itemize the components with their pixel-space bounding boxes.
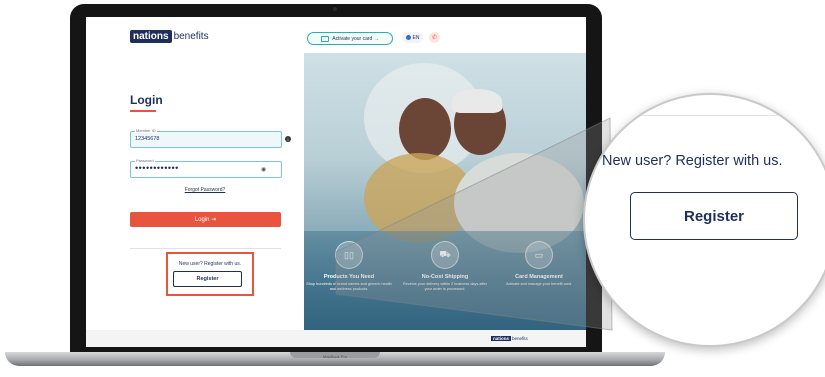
zoom-new-user-prompt: New user? Register with us. <box>602 153 783 169</box>
zoom-register-button[interactable]: Register <box>630 192 798 240</box>
zoom-divider <box>585 115 825 116</box>
magnifier-callout: New user? Register with us. Register <box>583 93 825 347</box>
